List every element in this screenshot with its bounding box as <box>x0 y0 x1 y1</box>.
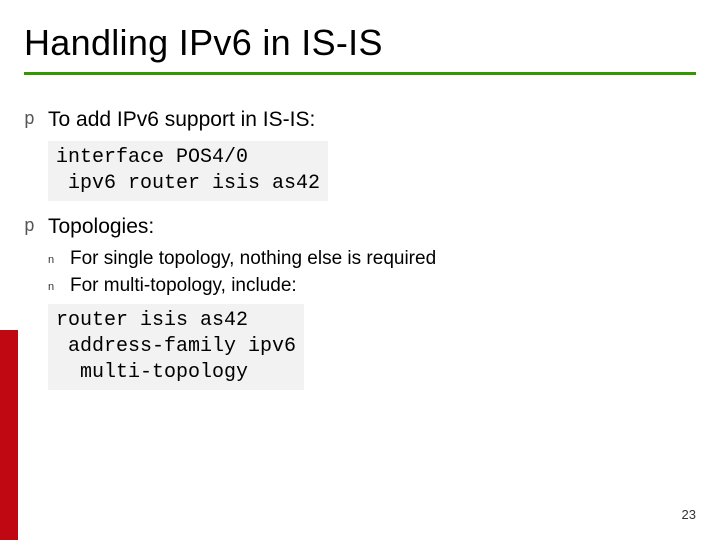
bullet-2-sub-1-text: For single topology, nothing else is req… <box>70 246 696 272</box>
code-block-1: interface POS4/0 ipv6 router isis as42 <box>48 141 328 201</box>
bullet-2-text: Topologies: <box>48 213 696 241</box>
subbullet-marker-icon: n <box>48 273 70 299</box>
bullet-2-sub-2: n For multi-topology, include: <box>48 273 696 299</box>
bullet-1: p To add IPv6 support in IS-IS: <box>24 106 696 134</box>
accent-bar <box>0 330 18 540</box>
bullet-2-sub-1: n For single topology, nothing else is r… <box>48 246 696 272</box>
bullet-marker-icon: p <box>24 213 48 241</box>
bullet-2-sub-2-text: For multi-topology, include: <box>70 273 696 299</box>
subbullet-marker-icon: n <box>48 246 70 272</box>
slide-body: p To add IPv6 support in IS-IS: interfac… <box>24 100 696 396</box>
code-block-2: router isis as42 address-family ipv6 mul… <box>48 304 304 390</box>
slide-title: Handling IPv6 in IS-IS <box>24 22 696 75</box>
bullet-marker-icon: p <box>24 106 48 134</box>
page-number: 23 <box>682 507 696 522</box>
bullet-1-text: To add IPv6 support in IS-IS: <box>48 106 696 134</box>
slide: Handling IPv6 in IS-IS p To add IPv6 sup… <box>0 0 720 540</box>
bullet-2: p Topologies: <box>24 213 696 241</box>
